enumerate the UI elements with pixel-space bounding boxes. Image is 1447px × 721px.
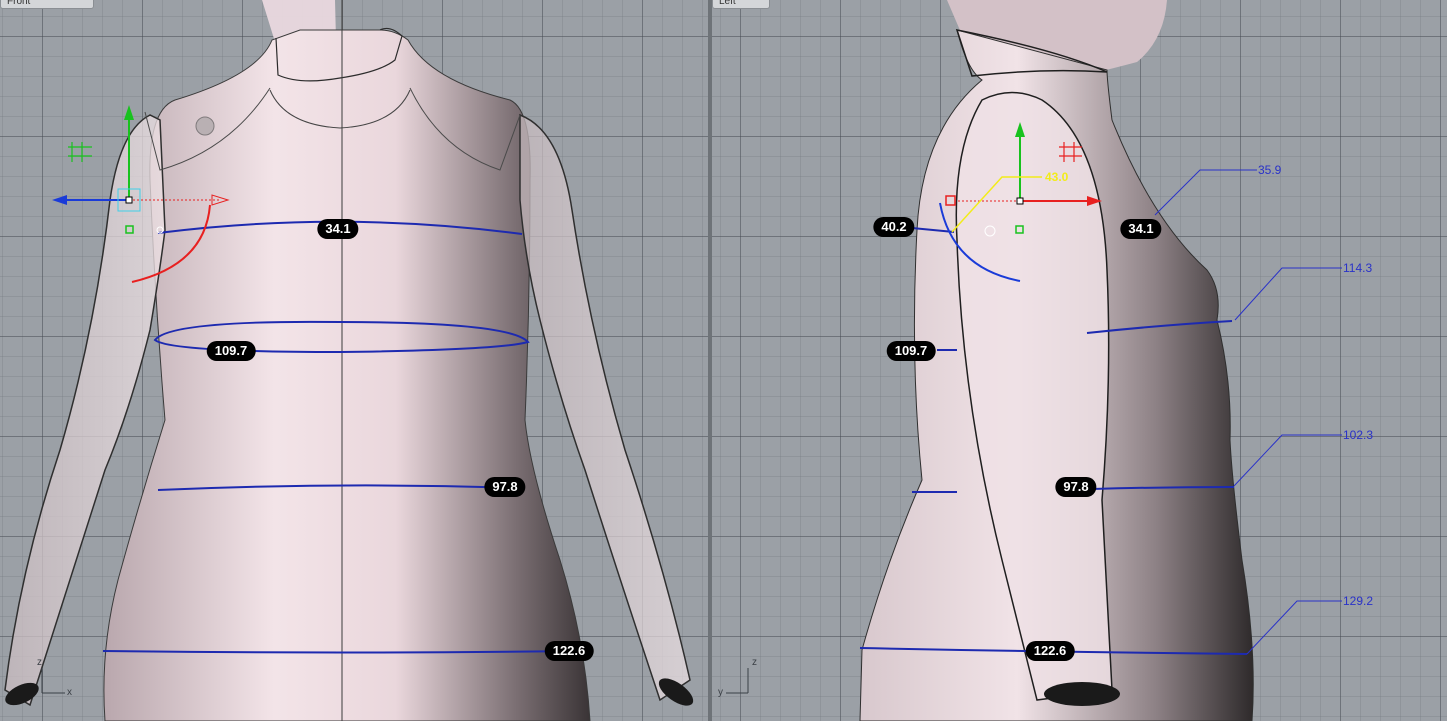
- left-hip-label: 122.6: [1025, 641, 1075, 661]
- gumball-z-arrow: [124, 105, 134, 120]
- left-axis-indicator: [726, 668, 749, 694]
- front-shoulder-label: 34.1: [317, 219, 359, 239]
- front-bust-label: 109.7: [206, 341, 256, 361]
- left-axis-y: y: [718, 687, 723, 698]
- left-bust-label: 109.7: [886, 341, 936, 361]
- left-shoulder-label: 34.1: [1120, 219, 1162, 239]
- bust-leader: [1234, 267, 1342, 321]
- front-viewport-tab[interactable]: Front: [0, 0, 94, 9]
- rhino-workspace: 34.1 109.7 97.8 122.6 z x 40.2 34.1 109.…: [0, 0, 1447, 721]
- shoulder-point-marker: [195, 116, 215, 136]
- left-axis-z: z: [752, 657, 757, 668]
- left-viewport-tab[interactable]: Left: [712, 0, 770, 9]
- front-model-canvas[interactable]: [0, 0, 708, 721]
- hip-annotation: 129.2: [1343, 594, 1374, 608]
- neck-annotation: 35.9: [1258, 163, 1282, 177]
- gumball-plane-icon: [68, 142, 92, 162]
- front-hip-label: 122.6: [544, 641, 594, 661]
- bust-annotation: 114.3: [1343, 261, 1373, 275]
- hip-leader: [1246, 600, 1342, 655]
- neck-leader: [1154, 169, 1257, 216]
- gumball-center: [1016, 197, 1024, 205]
- cuff: [1044, 682, 1120, 706]
- left-waist-label: 97.8: [1055, 477, 1097, 497]
- gumball-x-arrow: [52, 195, 67, 205]
- waist-leader: [1233, 434, 1342, 487]
- front-viewport[interactable]: 34.1 109.7 97.8 122.6 z x: [0, 0, 708, 721]
- gumball-center: [125, 196, 133, 204]
- front-axis-indicator: [41, 668, 65, 694]
- torso-shape: [103, 29, 591, 721]
- left-arm-label: 40.2: [873, 217, 915, 237]
- waist-annotation: 102.3: [1343, 428, 1374, 442]
- front-axis-z: z: [37, 657, 42, 668]
- front-waist-label: 97.8: [484, 477, 526, 497]
- left-model-canvas[interactable]: [712, 0, 1447, 721]
- left-viewport[interactable]: 40.2 34.1 109.7 97.8 122.6 35.9 114.3 10…: [712, 0, 1447, 721]
- front-axis-x: x: [67, 687, 72, 698]
- gumball-readout: 43.0: [1045, 170, 1069, 184]
